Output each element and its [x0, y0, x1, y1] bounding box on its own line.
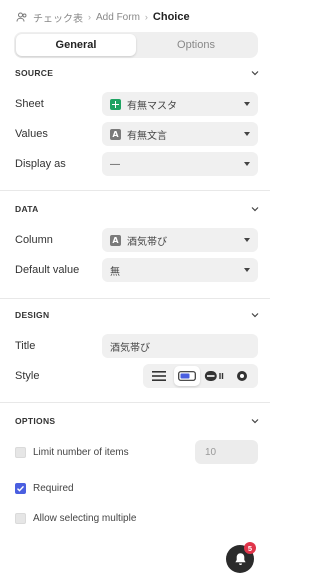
required-option[interactable]: Required	[15, 480, 74, 496]
bell-icon	[234, 553, 246, 565]
section-title: OPTIONS	[15, 416, 56, 426]
default-value: 無	[110, 266, 120, 278]
list-style-icon	[151, 371, 166, 381]
section-design-header[interactable]: DESIGN	[15, 308, 260, 322]
divider	[0, 402, 270, 403]
radio-style-icon	[237, 371, 248, 381]
sheet-icon	[110, 98, 121, 110]
required-label: Required	[33, 482, 74, 494]
limit-items-checkbox[interactable]	[15, 446, 26, 458]
chevron-right-icon: ›	[144, 12, 148, 22]
tab-options[interactable]: Options	[136, 34, 256, 56]
style-radio-button[interactable]	[229, 366, 255, 386]
style-toggle-button[interactable]	[173, 366, 200, 386]
section-source-header[interactable]: SOURCE	[15, 66, 260, 80]
tab-general[interactable]: General	[16, 34, 136, 56]
allow-multiple-label: Allow selecting multiple	[33, 512, 137, 524]
section-options-header[interactable]: OPTIONS	[15, 414, 260, 428]
sheet-select[interactable]: 有無マスタ	[102, 92, 258, 116]
allow-multiple-option[interactable]: Allow selecting multiple	[15, 510, 136, 526]
caret-down-icon	[244, 132, 250, 136]
caret-down-icon	[244, 238, 250, 242]
notification-count-badge: 5	[244, 542, 256, 554]
text-column-icon: A	[110, 128, 121, 140]
allow-multiple-checkbox[interactable]	[15, 512, 26, 524]
toggle-style-icon	[177, 371, 196, 381]
caret-down-icon	[244, 102, 250, 106]
people-icon	[16, 12, 27, 22]
section-title: DATA	[15, 204, 39, 214]
values-select[interactable]: A 有無文言	[102, 122, 258, 146]
breadcrumb: チェック表 › Add Form › Choice	[16, 9, 260, 25]
caret-down-icon	[244, 268, 250, 272]
divider	[0, 298, 270, 299]
display-as-value: —	[110, 158, 120, 170]
required-checkbox[interactable]	[15, 482, 26, 494]
chevron-down-icon	[251, 71, 259, 76]
title-label: Title	[15, 340, 36, 352]
sheet-value: 有無マスタ	[127, 100, 177, 112]
title-input[interactable]: 酒気帯び	[102, 334, 258, 358]
chevron-down-icon	[251, 207, 259, 212]
default-value-select[interactable]: 無	[102, 258, 258, 282]
segmented-style-icon	[205, 371, 224, 381]
style-segmented-button[interactable]	[201, 366, 227, 386]
breadcrumb-current: Choice	[152, 11, 190, 23]
style-label: Style	[15, 370, 40, 382]
limit-items-label: Limit number of items	[33, 446, 129, 458]
section-title: DESIGN	[15, 310, 50, 320]
breadcrumb-item-sheet[interactable]: チェック表	[33, 10, 83, 25]
checkmark-icon	[17, 485, 25, 492]
section-data-header[interactable]: DATA	[15, 202, 260, 216]
values-value: 有無文言	[127, 130, 167, 142]
sheet-label: Sheet	[15, 98, 44, 110]
column-select[interactable]: A 酒気帯び	[102, 228, 258, 252]
style-selector	[143, 364, 258, 388]
column-value: 酒気帯び	[127, 236, 167, 248]
values-label: Values	[15, 128, 48, 140]
section-title: SOURCE	[15, 68, 54, 78]
caret-down-icon	[244, 162, 250, 166]
display-as-select[interactable]: —	[102, 152, 258, 176]
limit-items-input[interactable]: 10	[195, 440, 258, 464]
style-list-button[interactable]	[146, 366, 172, 386]
notifications-button[interactable]: 5	[226, 542, 256, 573]
divider	[0, 190, 270, 191]
chevron-down-icon	[251, 313, 259, 318]
default-value-label: Default value	[15, 264, 80, 276]
chevron-right-icon: ›	[88, 12, 91, 22]
display-as-label: Display as	[15, 158, 66, 170]
breadcrumb-item-form[interactable]: Add Form	[96, 12, 140, 23]
chevron-down-icon	[251, 419, 259, 424]
tab-bar: General Options	[14, 32, 258, 58]
limit-items-option[interactable]: Limit number of items	[15, 444, 129, 460]
text-column-icon: A	[110, 234, 121, 246]
column-label: Column	[15, 234, 53, 246]
